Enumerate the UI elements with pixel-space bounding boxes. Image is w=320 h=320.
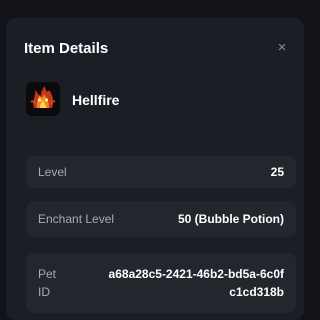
- detail-value: 25: [270, 165, 284, 179]
- item-details-modal: Item Details × Hellfire Level 25 Enchant…: [6, 18, 304, 320]
- detail-row-enchant-level: Enchant Level 50 (Bubble Potion): [26, 201, 296, 237]
- detail-value: 50 (Bubble Potion): [178, 212, 284, 226]
- close-icon[interactable]: ×: [274, 40, 290, 56]
- detail-label: Pet ID: [38, 267, 57, 299]
- detail-row-level: Level 25: [26, 156, 296, 188]
- detail-value: a68a28c5-2421-46b2-bd5a-6c0fc1cd318b: [108, 267, 284, 299]
- flaming-creature-icon: [26, 82, 60, 116]
- detail-label: Enchant Level: [38, 212, 115, 226]
- detail-label: Level: [38, 165, 67, 179]
- modal-title: Item Details: [24, 40, 109, 57]
- detail-row-pet-id: Pet ID a68a28c5-2421-46b2-bd5a-6c0fc1cd3…: [26, 253, 296, 313]
- item-name: Hellfire: [72, 92, 120, 108]
